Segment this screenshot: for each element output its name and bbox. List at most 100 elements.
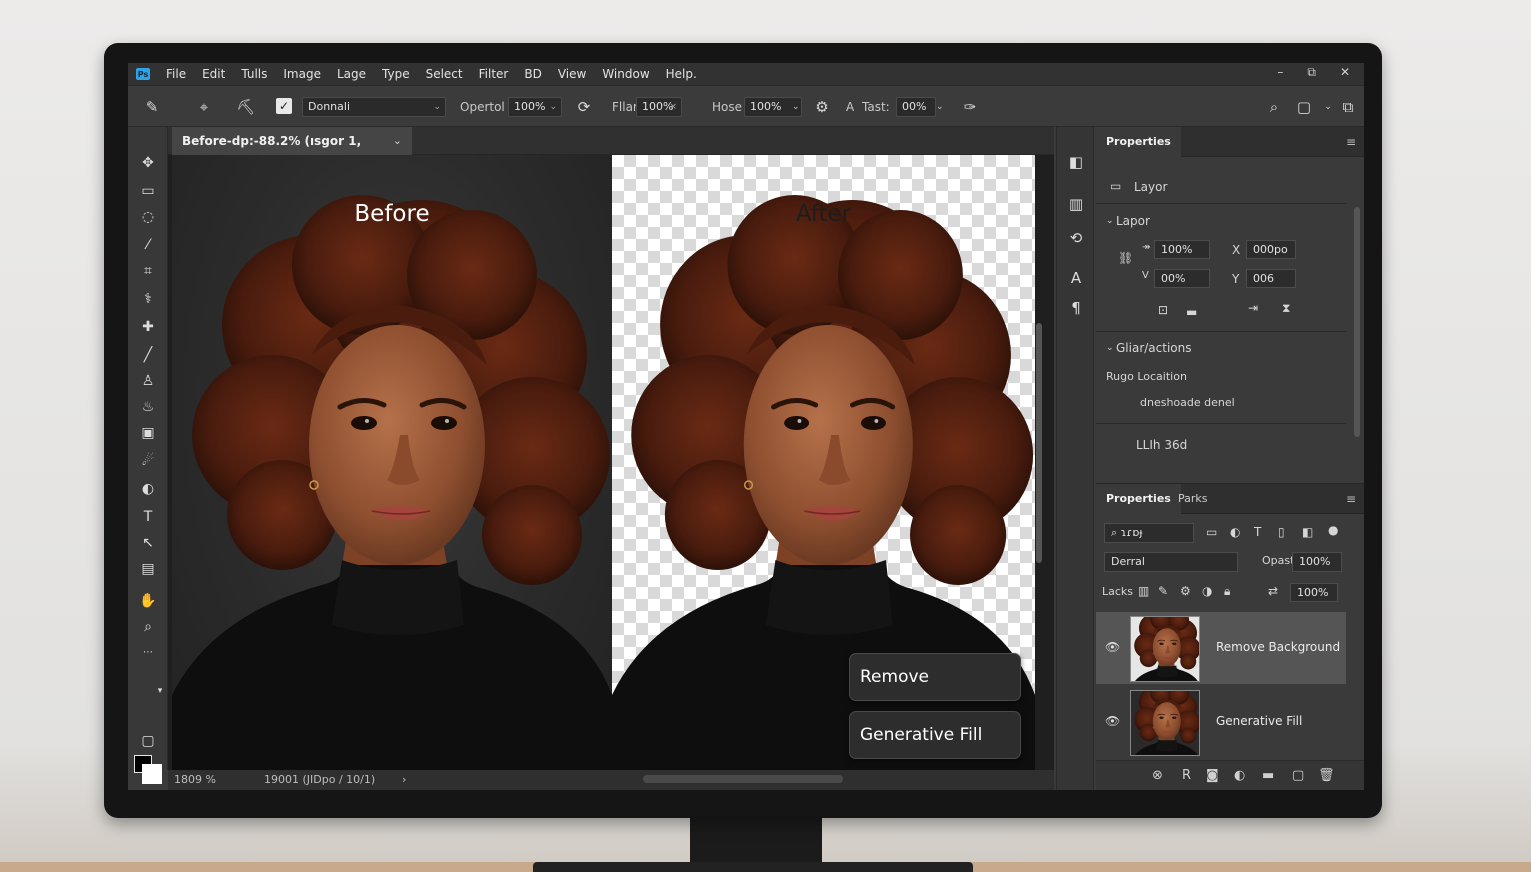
brush-preset-select[interactable]: Donnali ⌄ [302, 97, 446, 117]
link-icon[interactable]: ⛓ [1118, 251, 1133, 265]
align-icon[interactable]: ⊡ [1158, 303, 1168, 317]
menu-image[interactable]: Image [275, 67, 329, 81]
lasso-tool-icon[interactable]: ◌ [136, 207, 160, 227]
panel-menu-icon[interactable]: ≡ [1346, 135, 1356, 149]
chevron-down-icon[interactable]: ⌄ [1106, 216, 1114, 226]
adjustments-panel-icon[interactable]: ▥ [1066, 193, 1086, 215]
sample-all-checkbox[interactable]: ✓ [276, 98, 292, 114]
lock-pixels-icon[interactable]: ▥ [1138, 584, 1149, 598]
eyedropper-tool-icon[interactable]: ⚕ [136, 289, 160, 309]
layer-filter-select[interactable]: ⌕ ɿɾɒɟ [1104, 523, 1194, 543]
pressure-icon[interactable]: ⟳ [574, 96, 594, 118]
stamp-tool-icon[interactable]: ♙ [136, 371, 160, 391]
minimize-button[interactable]: – [1277, 65, 1283, 80]
tab-properties[interactable]: Properties [1096, 127, 1181, 157]
chevron-down-icon[interactable]: ⌄ [393, 127, 402, 155]
zoom-tool-icon[interactable]: ⌕ [136, 617, 160, 637]
airbrush-icon[interactable]: ✑ [960, 96, 980, 118]
remove-background-button[interactable]: Remove Background [849, 653, 1021, 733]
menu-type[interactable]: Type [374, 67, 418, 81]
vertical-scrollbar[interactable] [1036, 323, 1042, 563]
tast-field[interactable]: 00% [896, 97, 936, 117]
layer-row-remove-background[interactable]: 👁︎ Remove Background [1096, 612, 1346, 684]
x-field[interactable]: 000po [1246, 240, 1296, 259]
history-brush-tool-icon[interactable]: ♨ [136, 397, 160, 417]
blend-mode-select[interactable]: Derral [1104, 552, 1238, 572]
menu-window[interactable]: Window [594, 67, 657, 81]
lock-position-icon[interactable]: ⚙ [1180, 584, 1191, 598]
panel-scrollbar[interactable] [1354, 207, 1360, 437]
document-tab[interactable]: Before-dp:-88.2% (ısgor 1, N6(ŋ/N6) ⌄ [172, 127, 412, 176]
y-field[interactable]: 006 [1246, 269, 1296, 288]
sub-item-label[interactable]: dneshoade denel [1140, 396, 1235, 409]
chevron-down-icon[interactable]: ⌄ [1318, 96, 1338, 118]
brush-tool-icon[interactable]: ✎ [142, 96, 162, 118]
lock-paint-icon[interactable]: ✎ [1158, 584, 1168, 598]
visibility-eye-icon[interactable]: 👁︎ [1105, 714, 1120, 728]
frame-icon[interactable]: ▢ [1294, 96, 1314, 118]
adjustment-filter-icon[interactable]: ◐ [1230, 525, 1240, 539]
gear-icon[interactable]: ⚙ [812, 96, 832, 118]
shape-tool-icon[interactable]: ▤ [136, 559, 160, 579]
menu-edit[interactable]: Edit [194, 67, 233, 81]
search-icon[interactable]: ⌕ [1264, 96, 1284, 118]
eraser-tool-icon[interactable]: ▣ [136, 423, 160, 443]
more-tools-icon[interactable]: ⋯ [136, 643, 160, 663]
type-tool-icon[interactable]: T [136, 507, 160, 527]
move-tool-icon[interactable]: ✥ [136, 153, 160, 173]
visibility-eye-icon[interactable]: 👁︎ [1105, 640, 1120, 654]
rugo-location-label[interactable]: Rugo Locaition [1106, 370, 1187, 383]
dodge-tool-icon[interactable]: ◐ [136, 479, 160, 499]
share-icon[interactable]: ⧉ [1338, 96, 1358, 118]
character-panel-icon[interactable]: A [1066, 267, 1086, 289]
chevron-down-icon[interactable]: ⌄ [792, 97, 800, 117]
restore-button[interactable]: ⧉ [1307, 65, 1316, 80]
menu-file[interactable]: File [164, 67, 194, 81]
menu-select[interactable]: Select [418, 67, 471, 81]
close-button[interactable]: ✕ [1340, 65, 1350, 80]
layer-row-generative-fill[interactable]: 👁︎ Generative Fill [1096, 686, 1346, 758]
hand-tool-icon[interactable]: ✋ [136, 591, 160, 611]
path-selection-tool-icon[interactable]: ↖ [136, 533, 160, 553]
actions-panel-icon[interactable]: ⟲ [1066, 227, 1086, 249]
filter-toggle-icon[interactable]: ● [1328, 523, 1338, 537]
menu-tools[interactable]: Tulls [233, 67, 275, 81]
menu-filter[interactable]: Filter [471, 67, 517, 81]
adjustment-layer-icon[interactable]: ◐ [1234, 768, 1245, 783]
type-filter-icon[interactable]: T [1254, 525, 1261, 539]
canvas-area[interactable]: Before After Remove Background Generativ… [168, 155, 1054, 770]
layer-fill-field[interactable]: 100% [1290, 583, 1338, 602]
menu-3d[interactable]: BD [516, 67, 549, 81]
marquee-tool-icon[interactable]: ▭ [136, 181, 160, 201]
smart-filter-icon[interactable]: ◧ [1302, 525, 1313, 539]
add-mask-icon[interactable]: ◙ [1206, 768, 1219, 783]
paragraph-panel-icon[interactable]: ¶ [1066, 297, 1086, 319]
magic-wand-tool-icon[interactable]: ⁄ [136, 235, 160, 255]
lock-all-icon[interactable]: 🔒︎ [1224, 584, 1230, 599]
opacity-field[interactable]: 100% ⌄ [508, 97, 562, 117]
history-panel-icon[interactable]: ◧ [1066, 151, 1086, 173]
menu-layer[interactable]: Lage [329, 67, 374, 81]
layer-style-icon[interactable]: R [1182, 768, 1191, 783]
horizontal-scrollbar[interactable] [643, 775, 843, 783]
stamp-icon[interactable]: ⛏ [236, 96, 256, 118]
flow-field[interactable]: 100% × [636, 97, 682, 117]
panel-menu-icon[interactable]: ≡ [1346, 492, 1356, 506]
layer-opacity-field[interactable]: 100% [1292, 552, 1342, 572]
menu-view[interactable]: View [550, 67, 594, 81]
lock-artboard-icon[interactable]: ◑ [1202, 584, 1212, 598]
shape-filter-icon[interactable]: ▯ [1278, 525, 1285, 539]
pixel-filter-icon[interactable]: ▭ [1206, 525, 1217, 539]
delete-layer-icon[interactable]: 🗑︎ [1318, 768, 1335, 783]
distribute-icon[interactable]: ▬ [1186, 305, 1197, 319]
chevron-down-icon[interactable]: ⌄ [1106, 343, 1114, 353]
crop-tool-icon[interactable]: ⌗ [136, 261, 160, 281]
group-icon[interactable]: ▬ [1262, 768, 1274, 783]
link-layers-icon[interactable]: ⊗ [1152, 768, 1163, 783]
quick-mask-icon[interactable]: ▢ [136, 731, 160, 751]
tab-paths[interactable]: Parks [1168, 484, 1218, 514]
generative-fill-button[interactable]: Generative Fill [849, 711, 1021, 759]
status-arrow-icon[interactable]: › [402, 770, 406, 790]
pin-icon[interactable]: ⌖ [194, 96, 214, 118]
menu-help[interactable]: Help. [658, 67, 705, 81]
